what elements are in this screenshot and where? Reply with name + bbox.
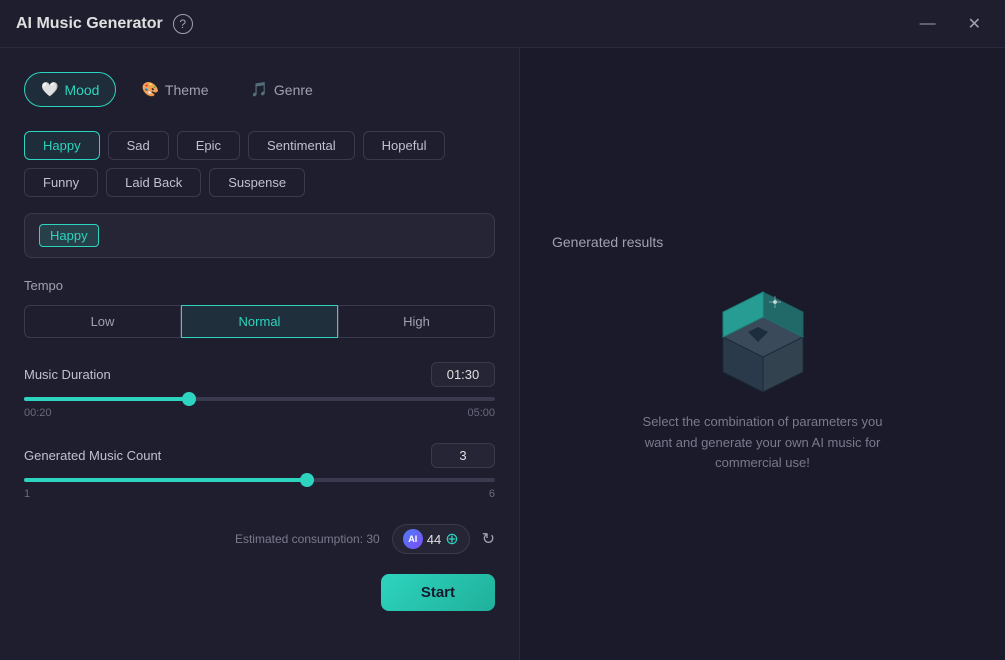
start-section: Start (24, 566, 495, 611)
tempo-label: Tempo (24, 278, 495, 293)
empty-state: Select the combination of parameters you… (633, 282, 893, 474)
genre-icon: 🎵 (250, 81, 267, 98)
app-title: AI Music Generator (16, 15, 163, 33)
music-duration-fill (24, 397, 189, 401)
tab-theme-label: Theme (165, 82, 209, 98)
ai-credits-icon: AI (403, 529, 423, 549)
music-count-fill (24, 478, 307, 482)
selected-tag-box: Happy (24, 213, 495, 258)
title-bar-controls: — ✕ (912, 10, 989, 38)
mood-hopeful[interactable]: Hopeful (363, 131, 446, 160)
mood-sentimental[interactable]: Sentimental (248, 131, 355, 160)
generated-results-title: Generated results (552, 234, 663, 250)
tab-mood-label: Mood (64, 82, 99, 98)
mood-happy[interactable]: Happy (24, 131, 100, 160)
theme-icon: 🎨 (141, 81, 158, 98)
music-count-header: Generated Music Count 3 (24, 443, 495, 468)
heart-icon: 🤍 (41, 81, 58, 98)
music-duration-header: Music Duration 01:30 (24, 362, 495, 387)
music-duration-thumb[interactable] (182, 392, 196, 406)
music-count-min: 1 (24, 488, 30, 500)
mood-epic[interactable]: Epic (177, 131, 240, 160)
mood-funny[interactable]: Funny (24, 168, 98, 197)
tempo-low[interactable]: Low (24, 305, 181, 338)
music-duration-label: Music Duration (24, 367, 111, 382)
refresh-icon[interactable]: ↻ (482, 529, 495, 549)
music-count-label: Generated Music Count (24, 448, 161, 463)
empty-state-text: Select the combination of parameters you… (633, 412, 893, 474)
music-duration-slider[interactable] (24, 397, 495, 401)
credits-badge: AI 44 ⊕ (392, 524, 470, 554)
left-panel: 🤍 Mood 🎨 Theme 🎵 Genre Happy Sad Epic Se… (0, 48, 520, 660)
consumption-text: Estimated consumption: 30 (235, 532, 380, 546)
title-bar-left: AI Music Generator ? (16, 14, 193, 34)
music-count-section: Generated Music Count 3 1 6 (24, 443, 495, 500)
music-duration-max: 05:00 (467, 407, 495, 419)
music-duration-section: Music Duration 01:30 00:20 05:00 (24, 362, 495, 419)
music-count-thumb[interactable] (300, 473, 314, 487)
tab-bar: 🤍 Mood 🎨 Theme 🎵 Genre (24, 72, 495, 107)
credits-value: 44 (427, 532, 441, 547)
mood-laid-back[interactable]: Laid Back (106, 168, 201, 197)
music-count-track (24, 478, 495, 482)
minimize-button[interactable]: — (912, 11, 944, 37)
tempo-group: Low Normal High (24, 305, 495, 338)
music-count-value: 3 (431, 443, 495, 468)
empty-box-illustration (703, 282, 823, 392)
tab-theme[interactable]: 🎨 Theme (124, 72, 225, 107)
tempo-high[interactable]: High (338, 305, 495, 338)
help-icon[interactable]: ? (173, 14, 193, 34)
close-button[interactable]: ✕ (960, 10, 989, 38)
mood-sad[interactable]: Sad (108, 131, 169, 160)
title-bar: AI Music Generator ? — ✕ (0, 0, 1005, 48)
music-count-max: 6 (489, 488, 495, 500)
tab-genre[interactable]: 🎵 Genre (233, 72, 329, 107)
start-button[interactable]: Start (381, 574, 495, 611)
add-credits-icon[interactable]: ⊕ (445, 529, 458, 549)
bottom-bar: Estimated consumption: 30 AI 44 ⊕ ↻ (24, 524, 495, 554)
tempo-section: Tempo Low Normal High (24, 278, 495, 338)
main-content: 🤍 Mood 🎨 Theme 🎵 Genre Happy Sad Epic Se… (0, 48, 1005, 660)
music-count-range: 1 6 (24, 488, 495, 500)
mood-suspense[interactable]: Suspense (209, 168, 305, 197)
mood-grid: Happy Sad Epic Sentimental Hopeful Funny… (24, 131, 495, 197)
music-duration-track (24, 397, 495, 401)
selected-mood-tag: Happy (39, 224, 99, 247)
tab-genre-label: Genre (274, 82, 313, 98)
music-count-slider[interactable] (24, 478, 495, 482)
right-panel: Generated results Select the combination (520, 48, 1005, 660)
music-duration-min: 00:20 (24, 407, 52, 419)
tab-mood[interactable]: 🤍 Mood (24, 72, 116, 107)
music-duration-value: 01:30 (431, 362, 495, 387)
tempo-normal[interactable]: Normal (181, 305, 338, 338)
music-duration-range: 00:20 05:00 (24, 407, 495, 419)
